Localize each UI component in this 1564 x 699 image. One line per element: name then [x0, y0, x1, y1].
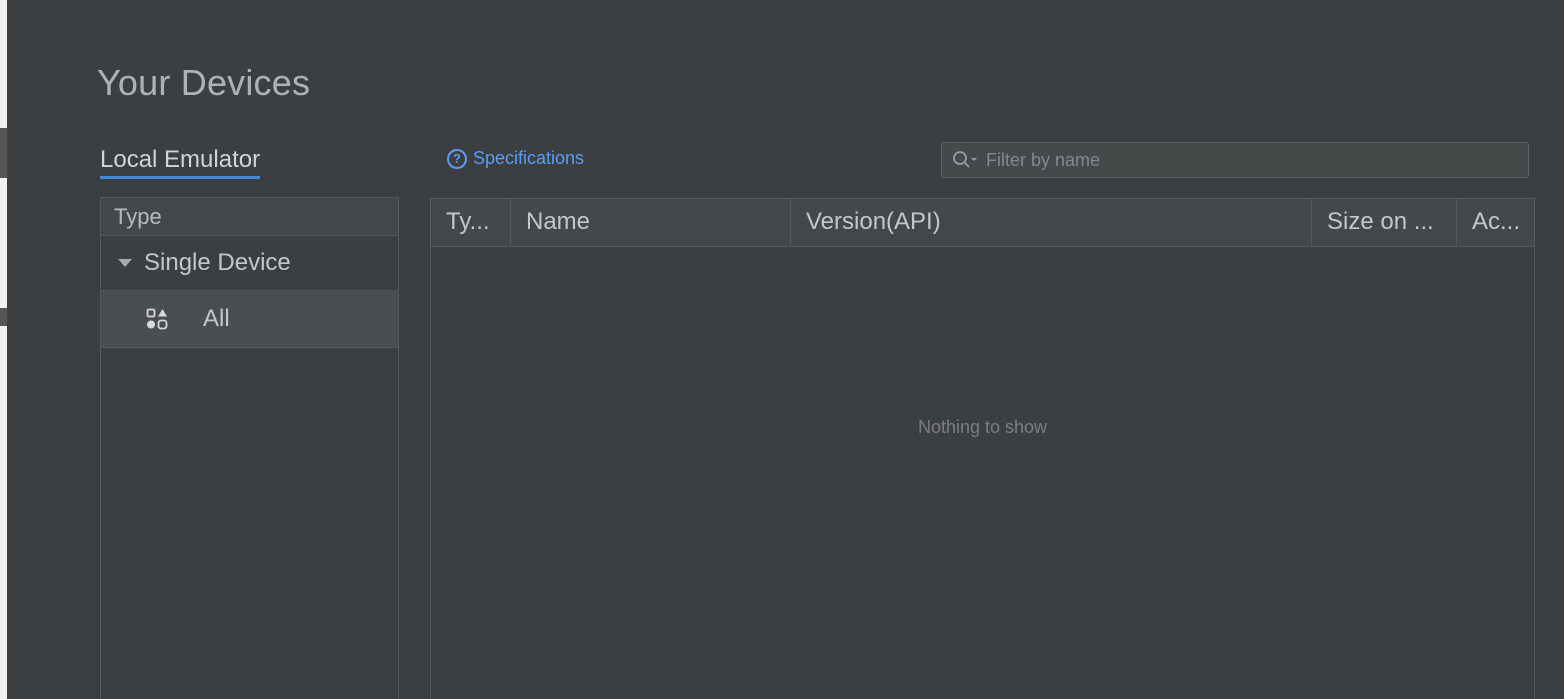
column-version[interactable]: Version(API)	[791, 199, 1312, 246]
column-size[interactable]: Size on ...	[1312, 199, 1457, 246]
filter-search-input[interactable]	[984, 148, 1528, 172]
filter-search-box[interactable]	[941, 142, 1529, 178]
devices-table: Ty... Name Version(API) Size on ... Ac..…	[430, 198, 1535, 699]
background-window-fragment	[0, 128, 7, 178]
background-window-fragment	[0, 308, 7, 326]
tab-local-emulator[interactable]: Local Emulator	[100, 146, 261, 179]
device-type-panel: Type Single Device All	[100, 197, 399, 699]
empty-state-text: Nothing to show	[917, 417, 1048, 437]
type-item-all[interactable]: All	[101, 290, 398, 348]
single-device-label: Single Device	[144, 249, 291, 276]
help-icon: ?	[447, 148, 467, 169]
expand-triangle-icon[interactable]	[118, 259, 132, 267]
type-header: Type	[101, 198, 398, 236]
devices-dialog: Your Devices Local Emulator ? Specificat…	[7, 0, 1564, 699]
dialog-title: Your Devices	[97, 62, 311, 103]
column-type[interactable]: Ty...	[431, 199, 511, 246]
type-item-label: All	[203, 305, 230, 332]
search-icon	[948, 143, 984, 177]
specifications-label: Specifications	[473, 148, 585, 168]
specifications-link[interactable]: ? Specifications	[447, 148, 584, 169]
background-window-edge	[0, 0, 7, 699]
single-device-group[interactable]: Single Device	[101, 236, 398, 290]
column-actions[interactable]: Ac...	[1457, 199, 1534, 246]
table-header: Ty... Name Version(API) Size on ... Ac..…	[431, 199, 1534, 247]
column-name[interactable]: Name	[511, 199, 791, 246]
category-icon	[146, 308, 168, 330]
